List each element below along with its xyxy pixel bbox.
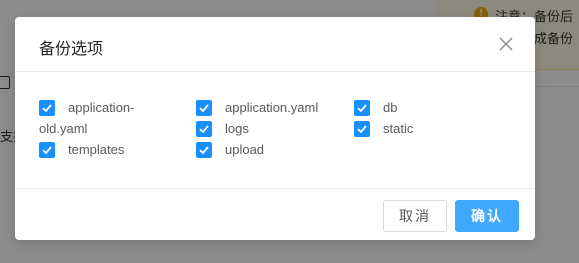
checkbox-checked[interactable] xyxy=(39,100,55,116)
checkmark-icon xyxy=(357,125,367,134)
checkmark-icon xyxy=(357,104,367,113)
option-label-line1: application- xyxy=(68,100,135,115)
option-label: application-old.yaml xyxy=(39,97,178,139)
dialog-header: 备份选项 xyxy=(15,17,535,72)
option-templates[interactable]: templates xyxy=(39,141,124,160)
option-label: application.yaml xyxy=(225,100,319,115)
dialog-footer: 取消 确认 xyxy=(15,188,535,240)
option-label: upload xyxy=(225,142,265,157)
dialog-title: 备份选项 xyxy=(39,41,104,58)
checkbox-checked[interactable] xyxy=(196,142,212,158)
option-label: templates xyxy=(68,142,125,157)
option-application-old-yaml[interactable]: application-old.yaml xyxy=(39,99,178,139)
checkmark-icon xyxy=(199,104,209,113)
backup-options-dialog: 备份选项 application-old.yaml application.ya… xyxy=(15,17,535,240)
checkmark-icon xyxy=(42,104,52,113)
checkbox-checked[interactable] xyxy=(39,142,55,158)
option-static[interactable]: static xyxy=(354,120,413,139)
checkmark-icon xyxy=(199,125,209,134)
option-logs[interactable]: logs xyxy=(196,120,249,139)
cancel-button[interactable]: 取消 xyxy=(383,200,447,232)
option-label-line2: old.yaml xyxy=(39,121,88,136)
confirm-button[interactable]: 确认 xyxy=(455,200,519,232)
option-db[interactable]: db xyxy=(354,99,397,118)
checkbox-checked[interactable] xyxy=(196,100,212,116)
close-button[interactable] xyxy=(497,35,515,53)
dialog-body: application-old.yaml application.yaml db… xyxy=(15,73,535,188)
option-application-yaml[interactable]: application.yaml xyxy=(196,99,318,118)
checkmark-icon xyxy=(199,146,209,155)
checkmark-icon xyxy=(42,146,52,155)
option-label: logs xyxy=(225,121,249,136)
checkbox-checked[interactable] xyxy=(354,100,370,116)
option-upload[interactable]: upload xyxy=(196,141,264,160)
checkbox-checked[interactable] xyxy=(196,121,212,137)
close-icon xyxy=(499,37,513,51)
option-label: db xyxy=(383,100,398,115)
checkbox-checked[interactable] xyxy=(354,121,370,137)
option-label: static xyxy=(383,121,414,136)
